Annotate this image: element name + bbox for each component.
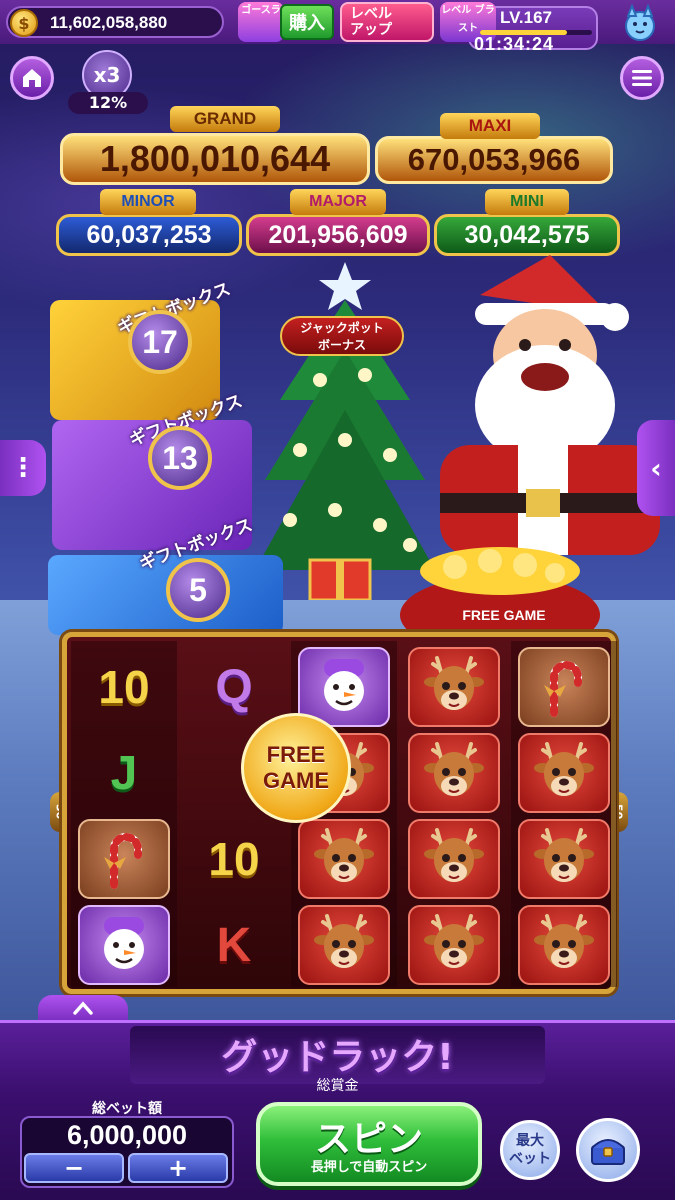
chevron-up-icon (73, 1001, 93, 1015)
decrease-bet-button[interactable]: − (24, 1153, 124, 1183)
gift-box-count: 13 (148, 426, 212, 490)
gift-box-count: 5 (166, 558, 230, 622)
symbol-reindeer (514, 903, 614, 987)
side-panel-toggle[interactable]: ‹ (637, 420, 675, 516)
symbol-reindeer (404, 903, 504, 987)
jackpot-bonus-line1: ジャックポット (300, 321, 384, 335)
level-text: LV.167 (500, 8, 552, 27)
free-game-line1: FREE (266, 742, 326, 767)
symbol-reindeer (404, 731, 504, 815)
symbol-j: J (110, 746, 138, 800)
multiplier-badge: x3 12% (68, 50, 158, 114)
total-bet-label: 総ベット額 (92, 1101, 162, 1117)
level-up-line1: レベル (350, 6, 392, 22)
spin-hint: 長押しで自動スピン (310, 1160, 428, 1175)
total-bet-value: 6,000,000 (66, 1120, 188, 1150)
jackpot-mini-label: MINI (485, 189, 569, 215)
lucky-cat-icon[interactable] (612, 2, 668, 46)
jackpot-minor-value: 60,037,253 (56, 214, 242, 256)
reel-grid: 10 J Q 10 K FREE GAME (62, 632, 617, 994)
reel-column (401, 641, 507, 987)
jackpot-maxi-value: 670,053,966 (375, 136, 613, 184)
symbol-candy-cane (514, 645, 614, 729)
symbol-k: K (216, 918, 252, 972)
spin-label: スピン (314, 1119, 423, 1160)
symbol-reindeer (404, 645, 504, 729)
snowman-icon (104, 917, 144, 969)
jackpot-grand-label: GRAND (170, 106, 280, 132)
symbol-reindeer (514, 817, 614, 901)
coin-balance[interactable]: $ 11,602,058,880 (6, 6, 224, 38)
max-bet-button[interactable]: 最大 ベット (500, 1120, 560, 1180)
reindeer-icon (534, 914, 594, 968)
hamburger-icon (632, 70, 652, 86)
gift-box-count: 17 (128, 310, 192, 374)
jackpot-maxi-label: MAXI (440, 113, 540, 139)
symbol-reindeer (294, 903, 394, 987)
symbol-q: Q (215, 660, 253, 714)
buy-button[interactable]: 購入 (280, 4, 334, 40)
symbol-ten: 10 (98, 661, 150, 713)
coin-value: 11,602,058,880 (50, 13, 168, 32)
candy-cane-icon (544, 661, 582, 717)
increase-bet-button[interactable]: + (128, 1153, 228, 1183)
reindeer-icon (424, 828, 484, 882)
reel-column: 10 J (71, 641, 177, 987)
menu-button[interactable] (620, 56, 664, 100)
reindeer-icon (534, 828, 594, 882)
total-win-label: 総賞金 (316, 1078, 359, 1094)
status-message: グッドラック! (221, 1037, 454, 1078)
symbol-free-game: FREE GAME (241, 713, 351, 823)
jackpot-mini-value: 30,042,575 (434, 214, 620, 256)
home-icon (23, 69, 41, 87)
jackpot-minor-label: MINOR (100, 189, 196, 215)
reindeer-icon (424, 914, 484, 968)
game-background: $ 11,602,058,880 ゴースラ 購入 レベル アップ レベル ブラス… (0, 0, 675, 1200)
sack-free-game-label: FREE GAME (462, 607, 546, 623)
symbol-reindeer (294, 817, 394, 901)
jackpot-bonus-button[interactable]: ジャックポット ボーナス (280, 316, 404, 356)
reindeer-icon (424, 656, 484, 710)
side-menu-button[interactable]: ⋮ (0, 440, 46, 496)
chest-button[interactable] (576, 1118, 640, 1182)
jackpot-major-label: MAJOR (290, 189, 386, 215)
symbol-candy-cane (74, 817, 174, 901)
symbol-reindeer (404, 817, 504, 901)
promo-icon[interactable]: ゴースラ (238, 2, 284, 42)
collapse-panel-button[interactable] (38, 995, 128, 1021)
reindeer-icon (314, 828, 374, 882)
jackpot-grand-value: 1,800,010,644 (60, 133, 370, 185)
reindeer-icon (424, 742, 484, 796)
coin-icon: $ (10, 9, 38, 37)
level-up-line2: アップ (350, 22, 392, 38)
jackpot-major-value: 201,956,609 (246, 214, 430, 256)
symbol-ten: 10 (208, 833, 260, 885)
jackpot-bonus-line2: ボーナス (317, 338, 366, 352)
symbol-reindeer (514, 731, 614, 815)
treasure-chest-icon (591, 1139, 625, 1165)
max-bet-line1: 最大 (516, 1133, 544, 1149)
candy-cane-icon (104, 833, 142, 889)
snowman-icon (324, 659, 364, 711)
promo-label: ゴースラ (241, 5, 281, 16)
reindeer-icon (534, 742, 594, 796)
gift-sack-illustration (400, 547, 600, 645)
symbol-snowman (74, 903, 174, 987)
max-bet-line2: ベット (509, 1151, 551, 1167)
free-game-line2: GAME (263, 768, 329, 793)
reindeer-icon (314, 914, 374, 968)
home-button[interactable] (10, 56, 54, 100)
level-up-button[interactable]: レベル アップ (340, 2, 434, 42)
santa-illustration (440, 255, 660, 555)
blast-timer: 01:34:24 (474, 34, 555, 54)
reel-column (511, 641, 617, 987)
multiplier-percent: 12% (68, 92, 148, 114)
